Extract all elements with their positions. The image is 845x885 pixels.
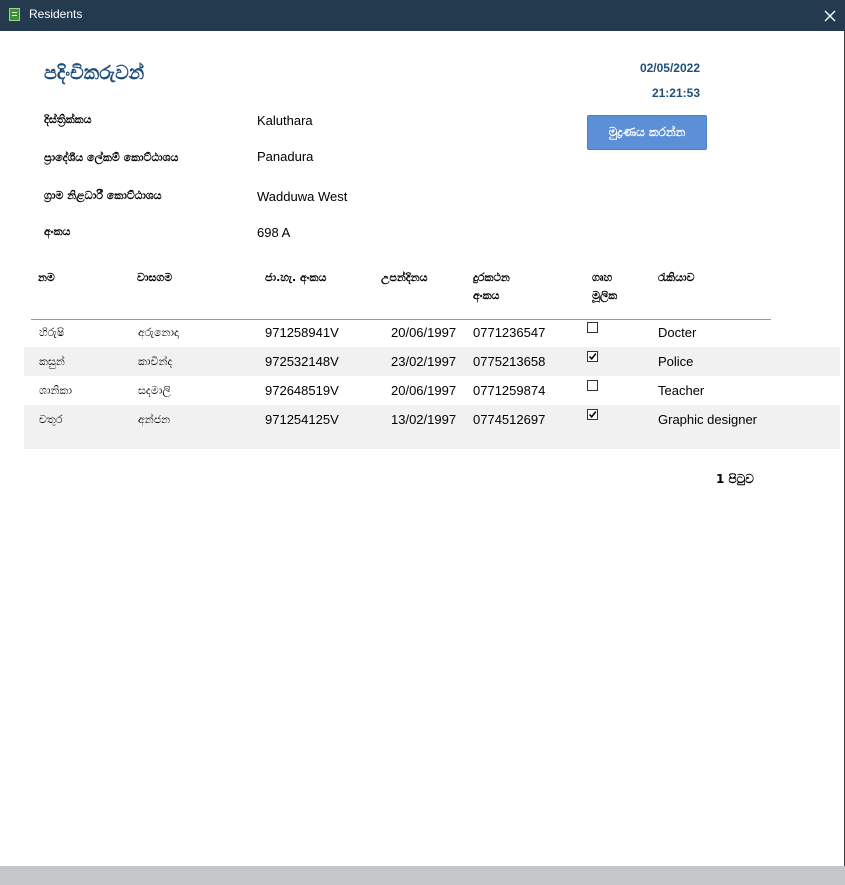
number-value: 698 A [257, 225, 291, 240]
col-header-household-head: ගෘහ මූලික [592, 269, 617, 305]
district-label: දිස්ත්‍රික්කය [44, 113, 92, 126]
household-head-checkbox[interactable] [587, 322, 598, 333]
cell-dob: 20/06/1997 [391, 383, 457, 398]
col-header-phone: දුරකථන අංකය [473, 269, 510, 305]
report-date: 02/05/2022 [639, 61, 700, 75]
col-header-dob: උපන්දිනය [381, 271, 428, 284]
cell-surname: සදමාලි [138, 384, 171, 397]
cell-surname: කාවින්ද [138, 355, 173, 368]
cell-nic: 972648519V [265, 383, 339, 398]
table-row: ශානිකා සදමාලි 972648519V 20/06/1997 0771… [24, 376, 840, 405]
cell-phone: 0771259874 [473, 383, 546, 398]
col-header-phone-line2: අංකය [473, 289, 500, 302]
close-icon [824, 10, 835, 21]
col-header-head-line1: ගෘහ [592, 271, 613, 284]
col-header-phone-line1: දුරකථන [473, 271, 510, 284]
cell-dob: 20/06/1997 [391, 325, 457, 340]
col-header-surname: වාසගම [137, 271, 173, 284]
check-icon [588, 353, 597, 360]
col-header-job: රැකියාව [658, 271, 695, 284]
cell-name: හිරුෂි [39, 326, 65, 339]
window-title: Residents [29, 7, 83, 21]
cell-job: Docter [658, 325, 697, 340]
cell-nic: 972532148V [265, 354, 339, 369]
col-header-name: නම [38, 271, 55, 284]
cell-dob: 23/02/1997 [391, 354, 457, 369]
col-header-nic: ජා.හැ. අංකය [265, 271, 327, 284]
cell-job: Teacher [658, 383, 705, 398]
table-row: චතුර අන්ජන 971254125V 13/02/1997 0774512… [24, 405, 840, 449]
cell-surname: අන්ජන [138, 413, 171, 426]
cell-surname: අරුනොදා [138, 326, 179, 339]
app-icon [9, 8, 20, 21]
gn-division-value: Wadduwa West [257, 189, 348, 204]
table-row: හිරුෂි අරුනොදා 971258941V 20/06/1997 077… [24, 318, 840, 347]
cell-job: Graphic designer [658, 412, 757, 427]
cell-phone: 0771236547 [473, 325, 546, 340]
window-titlebar: Residents [0, 0, 845, 31]
report-time: 21:21:53 [651, 86, 700, 100]
cell-job: Police [658, 354, 694, 369]
household-head-checkbox[interactable] [587, 409, 598, 420]
page-number: 1 පිටුව [716, 472, 754, 486]
gn-division-label: ග්‍රාම නිළධාරී කොට්ඨාශය [44, 189, 162, 202]
print-button[interactable]: මුද්‍රණය කරන්න [587, 115, 707, 150]
close-button[interactable] [814, 0, 845, 31]
report-title: පදිංචිකරුවන් [44, 62, 145, 84]
number-label: අංකය [44, 225, 71, 238]
cell-nic: 971258941V [265, 325, 339, 340]
bottom-scrollbar[interactable] [0, 866, 845, 885]
cell-phone: 0774512697 [473, 412, 546, 427]
district-value: Kaluthara [257, 113, 313, 128]
cell-phone: 0775213658 [473, 354, 546, 369]
divisional-secretariat-label: ප්‍රාදේශීය ලේකම් කොට්ඨාශය [44, 151, 179, 164]
col-header-head-line2: මූලික [592, 289, 618, 302]
table-row: කසුන් කාවින්ද 972532148V 23/02/1997 0775… [24, 347, 840, 376]
cell-nic: 971254125V [265, 412, 339, 427]
divisional-secretariat-value: Panadura [257, 149, 314, 164]
cell-name: කසුන් [39, 355, 65, 368]
check-icon [588, 411, 597, 418]
cell-dob: 13/02/1997 [391, 412, 457, 427]
household-head-checkbox[interactable] [587, 380, 598, 391]
cell-name: චතුර [39, 413, 63, 426]
household-head-checkbox[interactable] [587, 351, 598, 362]
cell-name: ශානිකා [39, 384, 72, 397]
